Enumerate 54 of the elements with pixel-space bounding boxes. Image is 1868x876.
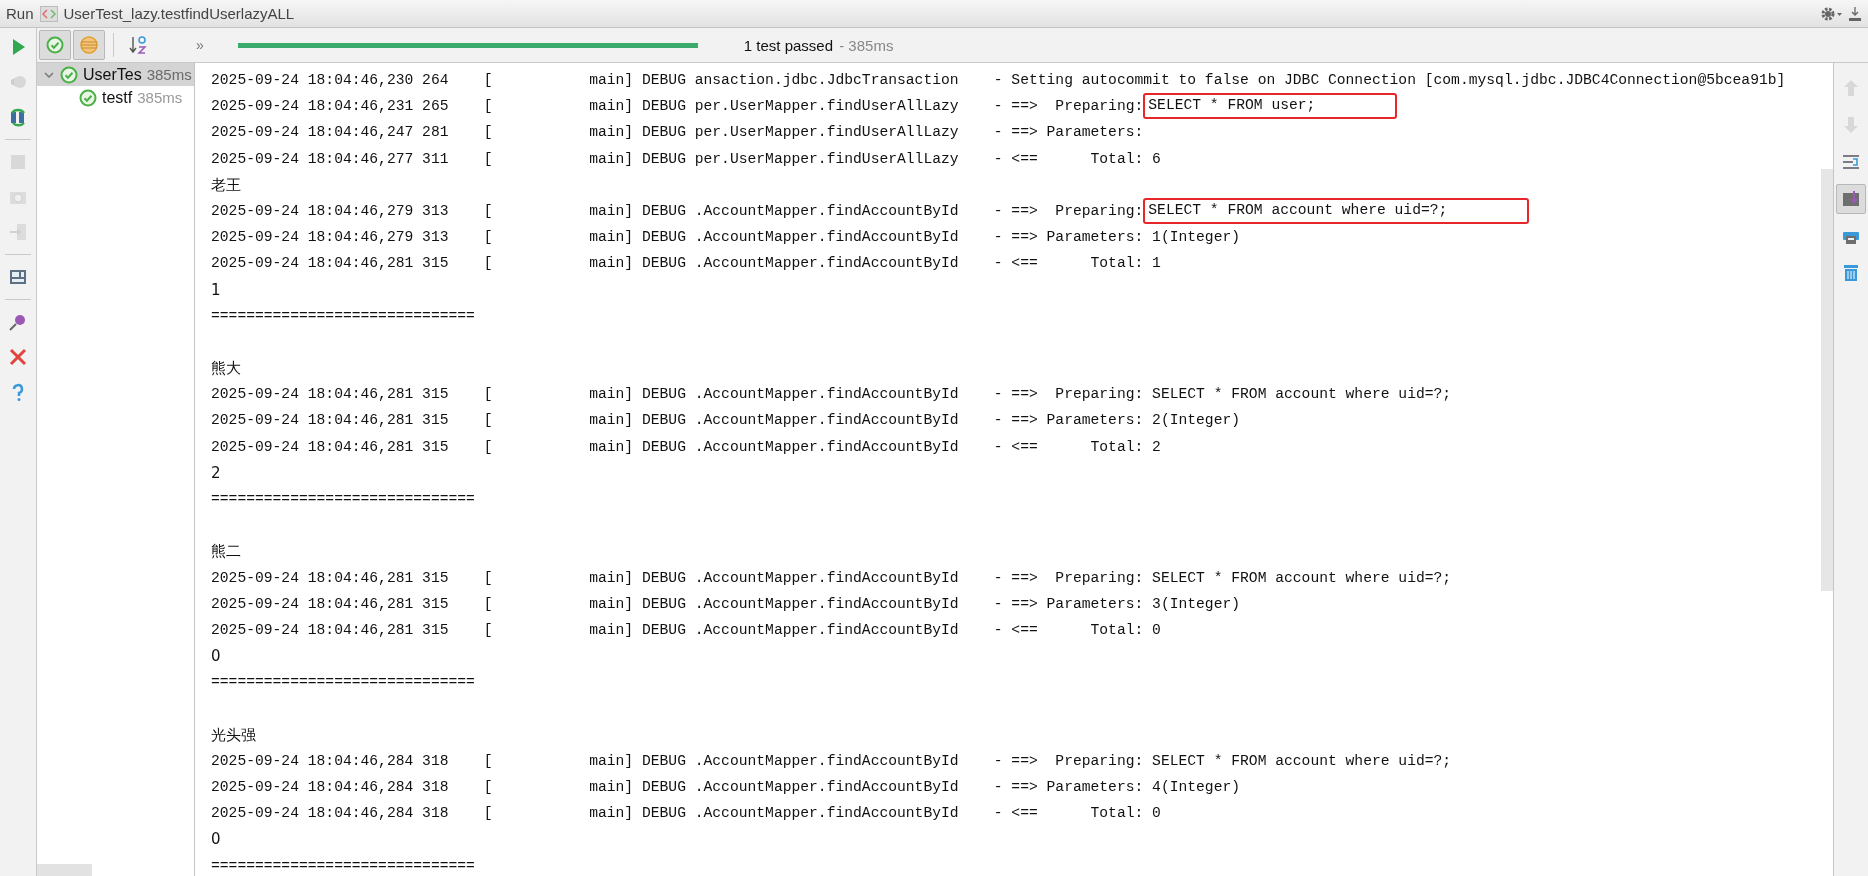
log-line: 2025-09-24 18:04:46,281 315 [ main] DEBUG .AccountMapper.findAccountById - ==> Preparing: SELECT * FROM account where uid=?; [211, 385, 1453, 405]
separator-line: ============================== [211, 490, 476, 509]
show-passed-button[interactable] [39, 30, 71, 60]
scroll-to-end-icon[interactable] [1836, 184, 1866, 214]
window-title: Run [6, 5, 34, 22]
log-line: 2025-09-24 18:04:46,281 315 [ main] DEBUG .AccountMapper.findAccountById - <== Total: 0 [211, 620, 1162, 640]
total-duration: - 385ms [838, 36, 894, 54]
test-duration: 385ms [146, 66, 192, 83]
log-line: 2025-09-24 18:04:46,231 265 [ main] DEBUG per.UserMapper.findUserAllLazy - ==> Preparing: [211, 97, 1144, 117]
run-config-name: UserTest_lazy.testfindUserlazyALL [63, 5, 295, 22]
hide-icon[interactable] [1848, 5, 1862, 22]
highlighted-sql: SELECT * FROM user; [1143, 93, 1398, 120]
output-line: 熊二 [211, 541, 242, 563]
settings-icon[interactable] [1820, 5, 1842, 22]
scrollbar[interactable] [37, 864, 92, 876]
scrollbar[interactable] [1821, 169, 1833, 591]
output-line: 0 [211, 829, 222, 851]
more-button[interactable]: » [196, 37, 204, 53]
output-line: 光头强 [211, 724, 257, 746]
test-name: testf [102, 88, 133, 107]
log-line: 2025-09-24 18:04:46,247 281 [ main] DEBUG per.UserMapper.findUserAllLazy - ==> Parameters: [211, 123, 1145, 143]
log-line: 2025-09-24 18:04:46,281 315 [ main] DEBUG .AccountMapper.findAccountById - ==> Parameters: 2(Integer) [211, 411, 1242, 431]
test-status: 1 test passed [743, 36, 834, 54]
log-line: 2025-09-24 18:04:46,279 313 [ main] DEBUG .AccountMapper.findAccountById - ==> Parameters: 1(Integer) [211, 228, 1242, 248]
output-line: 0 [211, 646, 222, 668]
output-line: 1 [211, 279, 222, 301]
log-line: 2025-09-24 18:04:46,281 315 [ main] DEBUG .AccountMapper.findAccountById - ==> Preparing: SELECT * FROM account where uid=?; [211, 568, 1453, 588]
tree-item[interactable]: testf 385ms [37, 86, 194, 109]
highlighted-sql: SELECT * FROM account where uid=?; [1143, 198, 1530, 225]
log-line: 2025-09-24 18:04:46,284 318 [ main] DEBUG .AccountMapper.findAccountById - <== Total: 0 [211, 804, 1162, 824]
separator-line: ============================== [211, 306, 476, 326]
log-line: 2025-09-24 18:04:46,230 264 [ main] DEBUG ansaction.jdbc.JdbcTransaction - Setting autocommit to false on JDBC Connection [com.mysql.jdbc.JDBC4Connection@5bcea91b] [211, 71, 1787, 90]
output-line: 熊大 [211, 358, 242, 380]
log-line: 2025-09-24 18:04:46,277 311 [ main] DEBUG per.UserMapper.findUserAllLazy - <== Total: 6 [211, 149, 1162, 169]
output-line: 2 [211, 462, 222, 484]
log-line: 2025-09-24 18:04:46,279 313 [ main] DEBUG .AccountMapper.findAccountById - ==> Preparing: [211, 201, 1144, 221]
log-line: 2025-09-24 18:04:46,281 315 [ main] DEBUG .AccountMapper.findAccountById - ==> Parameters: 3(Integer) [211, 594, 1242, 614]
passed-icon [60, 65, 78, 84]
log-line: 2025-09-24 18:04:46,281 315 [ main] DEBUG .AccountMapper.findAccountById - <== Total: 1 [211, 254, 1162, 274]
show-ignored-button[interactable] [73, 30, 105, 60]
test-name: UserTes [83, 65, 142, 84]
run-config-icon [39, 5, 58, 22]
tree-item[interactable]: UserTes 385ms [37, 63, 194, 86]
output-line: 老王 [211, 174, 242, 196]
striped-circle-icon [79, 35, 99, 55]
separator-line: ============================== [211, 673, 476, 693]
passed-filter-icon [46, 36, 64, 54]
test-duration: 385ms [137, 89, 183, 106]
passed-icon [79, 88, 97, 107]
separator-line: ============================== [211, 856, 476, 876]
sort-icon [128, 35, 148, 55]
log-line: 2025-09-24 18:04:46,284 318 [ main] DEBUG .AccountMapper.findAccountById - ==> Parameters: 4(Integer) [211, 778, 1242, 798]
log-line: 2025-09-24 18:04:46,281 315 [ main] DEBUG .AccountMapper.findAccountById - <== Total: 2 [211, 437, 1162, 457]
log-line: 2025-09-24 18:04:46,284 318 [ main] DEBUG .AccountMapper.findAccountById - ==> Preparing: SELECT * FROM account where uid=?; [211, 751, 1453, 771]
